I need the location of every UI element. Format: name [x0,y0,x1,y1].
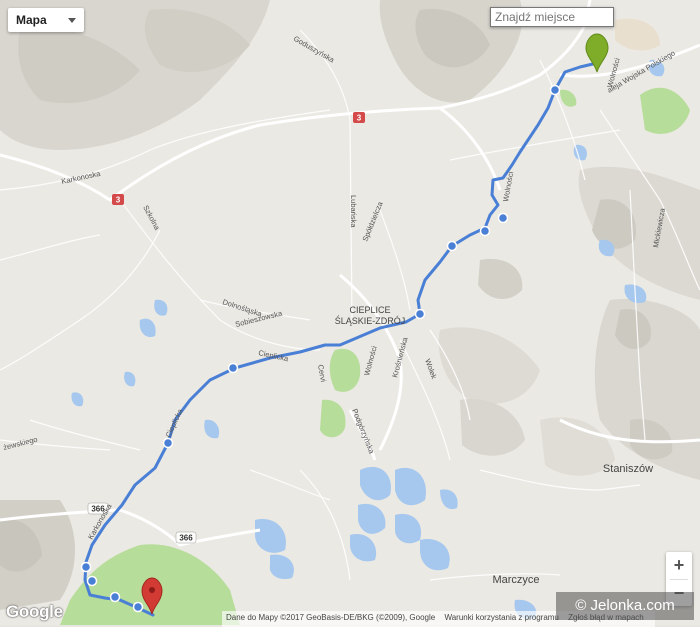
waypoint[interactable] [479,225,491,237]
road-badge: 3 [353,112,365,123]
svg-text:3: 3 [357,114,362,123]
place-search-input[interactable] [490,7,614,27]
google-logo[interactable]: Google [6,602,63,622]
road-badge: 366 [175,531,197,544]
terms-link[interactable]: Warunki korzystania z programu [444,613,558,622]
place-label: Staniszów [603,463,653,475]
waypoint[interactable] [549,84,561,96]
map-type-label: Mapa [16,13,47,27]
svg-text:3: 3 [116,196,121,205]
waypoint[interactable] [414,308,426,320]
site-watermark: © Jelonka.com [556,592,694,620]
district-label: CIEPLICE [349,305,390,315]
chevron-down-icon [68,18,76,23]
zoom-in-button[interactable]: + [666,552,692,579]
district-label: ŚLĄSKIE-ZDRÓJ [335,315,406,326]
waypoint[interactable] [162,437,174,449]
svg-text:366: 366 [179,534,193,543]
road-badge: 3 [112,194,124,205]
road-badge [520,51,540,62]
map-type-dropdown[interactable]: Mapa [8,8,84,32]
street-label: Lubańska [349,195,358,228]
place-label: Marczyce [492,574,539,586]
map-canvas[interactable]: 3 3 366 366 Goduszyńska Karkonoska Szkol… [0,0,700,625]
waypoint[interactable] [86,575,98,587]
waypoint[interactable] [497,212,509,224]
waypoint[interactable] [80,561,92,573]
waypoint[interactable] [132,601,144,613]
waypoint[interactable] [227,362,239,374]
waypoint[interactable] [109,591,121,603]
attribution-text: Dane do Mapy ©2017 GeoBasis-DE/BKG (©200… [226,613,436,622]
waypoint[interactable] [446,240,458,252]
